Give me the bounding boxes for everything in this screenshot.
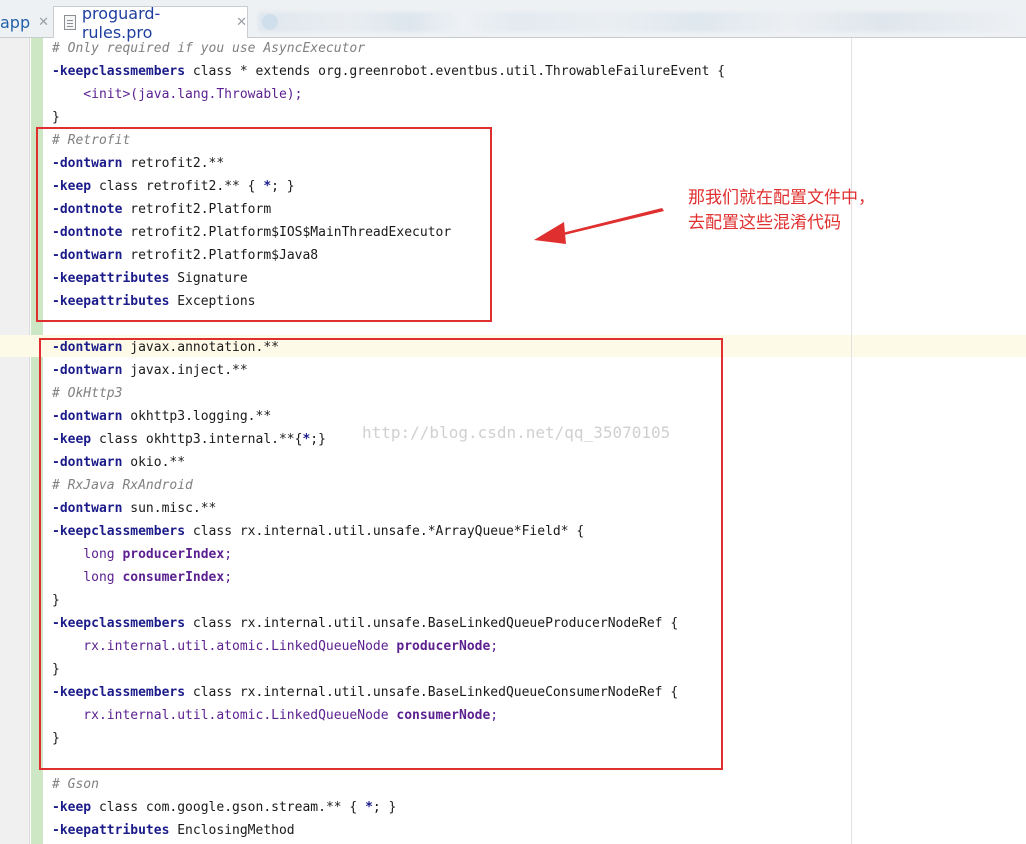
code-line[interactable]: # Only required if you use AsyncExecutor	[52, 37, 725, 60]
editor-gutter	[0, 38, 30, 844]
code-line[interactable]: -keepattributes EnclosingMethod	[52, 819, 725, 842]
code-token: # Gson	[52, 777, 99, 792]
annotation-text-line: 去配置这些混淆代码	[688, 213, 841, 233]
code-token: EnclosingMethod	[169, 823, 295, 838]
file-icon	[64, 15, 76, 30]
annotation-arrow-icon	[534, 208, 664, 244]
tab-app[interactable]: app ✕	[0, 6, 52, 38]
code-token: class * extends org.greenrobot.eventbus.…	[185, 64, 726, 79]
code-token: -keepclassmembers	[52, 64, 186, 79]
tab-app-close-icon[interactable]: ✕	[38, 15, 49, 30]
blurred-tabs-region	[258, 12, 1018, 32]
editor-tab-bar: app ✕ proguard-rules.pro ✕	[0, 0, 1026, 42]
code-line[interactable]: -keepclassmembers class * extends org.gr…	[52, 60, 725, 83]
code-token: # Only required if you use AsyncExecutor	[52, 41, 366, 56]
annotation-box-okhttp-rxjava	[39, 338, 723, 770]
code-token: -keep	[52, 800, 92, 815]
annotation-text: 那我们就在配置文件中， 去配置这些混淆代码	[688, 186, 918, 236]
code-token: class com.google.gson.stream.** {	[91, 800, 366, 815]
code-token: }	[52, 110, 60, 125]
tab-proguard-rules-label: proguard-rules.pro	[81, 3, 161, 42]
right-margin-guide	[851, 38, 852, 844]
annotation-box-retrofit	[36, 127, 492, 322]
code-line[interactable]: <init>(java.lang.Throwable);	[52, 83, 725, 106]
tab-proguard-rules[interactable]: proguard-rules.pro ✕	[53, 4, 248, 42]
tab-app-label: app	[0, 12, 31, 32]
code-line[interactable]: -keep class com.google.gson.stream.** { …	[52, 796, 725, 819]
watermark-text: http://blog.csdn.net/qq_35070105	[362, 423, 671, 442]
blurred-tab-icon	[262, 14, 278, 30]
code-line[interactable]: # Gson	[52, 773, 725, 796]
code-token: ; }	[372, 800, 397, 815]
annotation-text-line: 那我们就在配置文件中，	[688, 188, 875, 208]
code-token: *	[365, 800, 373, 815]
code-token: -keepattributes	[52, 823, 170, 838]
tab-proguard-rules-close-icon[interactable]: ✕	[236, 15, 247, 30]
code-token: <init>(java.lang.Throwable);	[52, 87, 303, 102]
code-line[interactable]: }	[52, 106, 725, 129]
